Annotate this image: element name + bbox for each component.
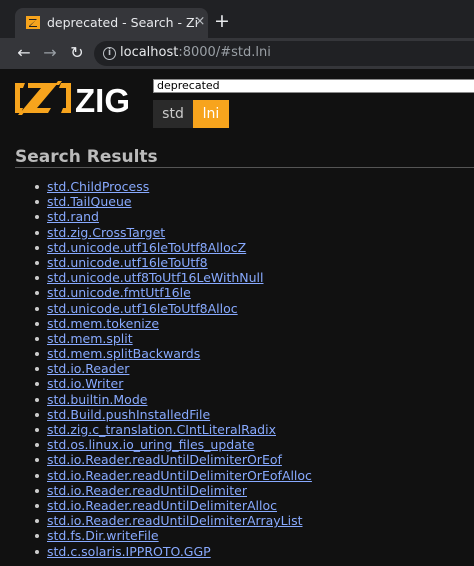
search-result-item: std.Build.pushInstalledFile <box>0 407 474 422</box>
search-result-item: std.zig.c_translation.CIntLiteralRadix <box>0 422 474 437</box>
search-result-link[interactable]: std.builtin.Mode <box>47 392 147 407</box>
bullet-icon <box>35 519 39 524</box>
bullet-icon <box>35 215 39 220</box>
forward-arrow-icon[interactable]: → <box>41 44 59 62</box>
search-result-link[interactable]: std.io.Reader.readUntilDelimiterOrEofAll… <box>47 468 312 483</box>
logo-wordmark: ZIG <box>75 82 130 117</box>
search-result-item: std.io.Reader.readUntilDelimiter <box>0 483 474 498</box>
search-result-link[interactable]: std.fs.Dir.writeFile <box>47 528 159 543</box>
search-result-link[interactable]: std.io.Reader <box>47 361 129 376</box>
search-result-link[interactable]: std.io.Reader.readUntilDelimiterOrEof <box>47 452 282 467</box>
search-input[interactable] <box>153 79 474 93</box>
search-result-link[interactable]: std.unicode.utf16leToUtf8Alloc <box>47 301 238 316</box>
heading-divider <box>15 167 474 168</box>
bullet-icon <box>35 245 39 250</box>
search-result-item: std.io.Reader.readUntilDelimiterArrayLis… <box>0 513 474 528</box>
bullet-icon <box>35 428 39 432</box>
bullet-icon <box>35 549 39 554</box>
search-result-link[interactable]: std.io.Reader.readUntilDelimiterAlloc <box>47 498 277 513</box>
bullet-icon <box>35 291 39 296</box>
bullet-icon <box>35 260 39 265</box>
bullet-icon <box>35 352 39 357</box>
zig-logo[interactable]: ZIG <box>15 79 130 117</box>
search-result-link[interactable]: std.TailQueue <box>47 194 132 209</box>
reload-icon[interactable]: ↻ <box>68 44 86 62</box>
search-result-item: std.os.linux.io_uring_files_update <box>0 437 474 452</box>
bullet-icon <box>35 306 39 311</box>
search-result-item: std.unicode.fmtUtf16le <box>0 285 474 300</box>
search-result-item: std.ChildProcess <box>0 179 474 194</box>
bullet-icon <box>35 503 39 508</box>
bullet-icon <box>35 230 39 235</box>
search-result-link[interactable]: std.io.Reader.readUntilDelimiter <box>47 483 247 498</box>
bullet-icon <box>35 397 39 402</box>
search-result-link[interactable]: std.unicode.utf16leToUtf8AllocZ <box>47 240 246 255</box>
search-result-link[interactable]: std.mem.splitBackwards <box>47 346 200 361</box>
search-result-link[interactable]: std.io.Reader.readUntilDelimiterArrayLis… <box>47 513 303 528</box>
search-result-link[interactable]: std.zig.c_translation.CIntLiteralRadix <box>47 422 276 437</box>
search-result-link[interactable]: std.unicode.fmtUtf16le <box>47 285 191 300</box>
address-bar[interactable]: i localhost:8000/#std.lni <box>94 41 474 66</box>
docs-page: ZIG std lni Search Results std.ChildProc… <box>0 69 474 566</box>
zig-favicon-icon <box>26 16 40 29</box>
search-result-link[interactable]: std.unicode.utf8ToUtf16LeWithNull <box>47 270 264 285</box>
search-result-item: std.io.Reader.readUntilDelimiterOrEof <box>0 452 474 467</box>
bullet-icon <box>35 534 39 539</box>
bullet-icon <box>35 200 39 205</box>
search-result-item: std.mem.split <box>0 331 474 346</box>
search-result-item: std.builtin.Mode <box>0 392 474 407</box>
search-result-link[interactable]: std.mem.split <box>47 331 133 346</box>
search-result-link[interactable]: std.c.solaris.IPPROTO.GGP <box>47 544 211 559</box>
package-tab-std[interactable]: std <box>153 100 193 128</box>
bullet-icon <box>35 276 39 281</box>
search-result-item: std.fs.Dir.writeFile <box>0 528 474 543</box>
search-result-item: std.rand <box>0 209 474 224</box>
search-result-item: std.io.Writer <box>0 376 474 391</box>
search-result-link[interactable]: std.unicode.utf16leToUtf8 <box>47 255 208 270</box>
search-result-item: std.TailQueue <box>0 194 474 209</box>
search-result-item: std.c.solaris.IPPROTO.GGP <box>0 544 474 559</box>
back-arrow-icon[interactable]: ← <box>15 44 33 62</box>
browser-toolbar: ← → ↻ i localhost:8000/#std.lni <box>0 38 474 69</box>
bullet-icon <box>35 488 39 493</box>
search-result-item: std.unicode.utf8ToUtf16LeWithNull <box>0 270 474 285</box>
search-result-link[interactable]: std.ChildProcess <box>47 179 149 194</box>
bullet-icon <box>35 473 39 478</box>
search-result-item: std.io.Reader.readUntilDelimiterAlloc <box>0 498 474 513</box>
search-results-heading: Search Results <box>15 147 158 167</box>
search-result-link[interactable]: std.Build.pushInstalledFile <box>47 407 210 422</box>
search-result-item: std.unicode.utf16leToUtf8Alloc <box>0 301 474 316</box>
url-host: localhost <box>120 45 179 60</box>
search-result-item: std.mem.splitBackwards <box>0 346 474 361</box>
bullet-icon <box>35 443 39 448</box>
tab-close-icon[interactable]: × <box>192 14 208 30</box>
url-path: :8000/#std.lni <box>178 45 271 60</box>
search-result-item: std.mem.tokenize <box>0 316 474 331</box>
new-tab-button[interactable]: + <box>213 12 231 31</box>
info-icon[interactable]: i <box>103 47 116 60</box>
search-result-link[interactable]: std.zig.CrossTarget <box>47 225 165 240</box>
search-result-link[interactable]: std.rand <box>47 209 99 224</box>
package-tab-lni[interactable]: lni <box>193 100 229 128</box>
browser-tabstrip: deprecated - Search - Zig Documentation … <box>0 0 474 38</box>
search-results-list: std.ChildProcess std.TailQueue std.rand std… <box>0 179 474 559</box>
bullet-icon <box>35 321 39 326</box>
bullet-icon <box>35 185 39 189</box>
search-result-item: std.io.Reader.readUntilDelimiterOrEofAll… <box>0 468 474 483</box>
search-result-item: std.io.Reader <box>0 361 474 376</box>
search-result-link[interactable]: std.os.linux.io_uring_files_update <box>47 437 254 452</box>
bullet-icon <box>35 412 39 417</box>
tab-title: deprecated - Search - Zig Documentation <box>47 15 197 30</box>
search-result-link[interactable]: std.mem.tokenize <box>47 316 159 331</box>
search-result-item: std.unicode.utf16leToUtf8 <box>0 255 474 270</box>
search-result-link[interactable]: std.io.Writer <box>47 376 123 391</box>
search-result-item: std.zig.CrossTarget <box>0 225 474 240</box>
browser-tab[interactable]: deprecated - Search - Zig Documentation … <box>15 8 208 38</box>
bullet-icon <box>35 367 39 372</box>
bullet-icon <box>35 458 39 463</box>
url-text[interactable]: localhost:8000/#std.lni <box>120 45 271 60</box>
search-result-item: std.unicode.utf16leToUtf8AllocZ <box>0 240 474 255</box>
bullet-icon <box>35 336 39 341</box>
bullet-icon <box>35 382 39 387</box>
